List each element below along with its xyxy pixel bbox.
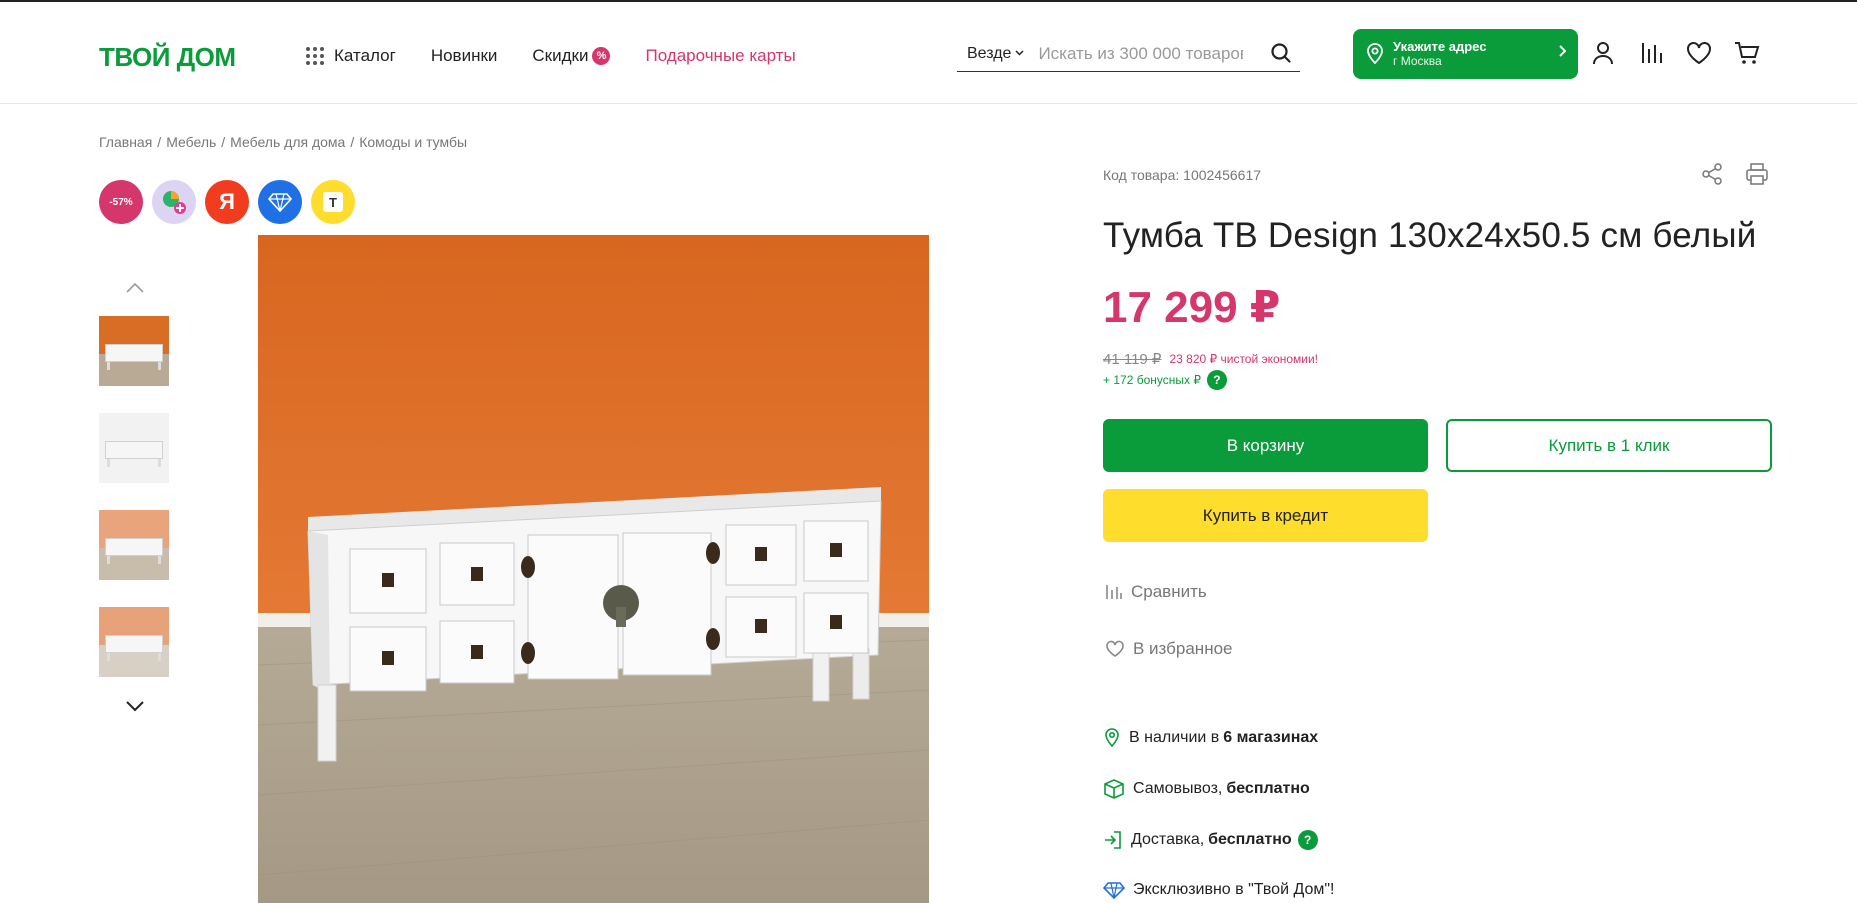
product-main-image[interactable] bbox=[258, 235, 929, 903]
buy-one-click-button[interactable]: Купить в 1 клик bbox=[1446, 419, 1772, 472]
breadcrumb-separator: / bbox=[221, 134, 226, 150]
diamond-icon[interactable] bbox=[258, 180, 302, 224]
site-header: ТВОЙ ДОМ Каталог Новинки Скидки % Подаро… bbox=[0, 2, 1857, 104]
pickup-prefix: Самовывоз, bbox=[1133, 780, 1223, 797]
yandex-pay-badge[interactable]: Я bbox=[205, 180, 249, 224]
main-nav: Каталог Новинки Скидки % Подарочные карт… bbox=[306, 46, 831, 66]
nav-new[interactable]: Новинки bbox=[431, 46, 498, 66]
location-pin-icon bbox=[1105, 728, 1119, 748]
nav-discounts[interactable]: Скидки % bbox=[532, 46, 611, 66]
favorite-button[interactable]: В избранное bbox=[1105, 639, 1233, 659]
compare-icon bbox=[1106, 585, 1122, 599]
logo[interactable]: ТВОЙ ДОМ bbox=[99, 42, 236, 73]
stock-value: 6 магазинах bbox=[1223, 729, 1319, 746]
tinkoff-badge[interactable]: T bbox=[311, 180, 355, 224]
bonus-row: + 172 бонусных ₽ ? bbox=[1103, 370, 1227, 390]
delivery-info: Доставка, бесплатно ? bbox=[1103, 830, 1318, 850]
percent-icon: % bbox=[592, 47, 611, 65]
thumbnail-list bbox=[99, 316, 171, 677]
thumbnail-2[interactable] bbox=[99, 413, 169, 483]
stock-prefix: В наличии в bbox=[1129, 729, 1220, 746]
discount-badge: -57% bbox=[99, 180, 143, 224]
share-icon[interactable] bbox=[1700, 162, 1724, 186]
address-city: г Москва bbox=[1393, 54, 1442, 68]
tinkoff-letter: T bbox=[323, 192, 343, 212]
address-button[interactable]: Укажите адрес г Москва bbox=[1353, 29, 1578, 79]
address-title: Укажите адрес bbox=[1393, 39, 1487, 54]
location-pin-icon bbox=[1367, 43, 1383, 65]
product-title: Тумба TB Design 130х24х50.5 см белый bbox=[1103, 216, 1757, 255]
breadcrumb: Главная / Мебель / Мебель для дома / Ком… bbox=[99, 134, 467, 150]
search-icon[interactable] bbox=[1270, 42, 1292, 64]
exclusive-label: Эксклюзивно в "Твой Дом"! bbox=[1133, 881, 1335, 898]
thumbnail-gallery bbox=[99, 276, 171, 718]
nav-discounts-label: Скидки bbox=[532, 46, 589, 65]
exclusive-info: Эксклюзивно в "Твой Дом"! bbox=[1103, 881, 1334, 899]
buy-on-credit-button[interactable]: Купить в кредит bbox=[1103, 489, 1428, 542]
box-icon bbox=[1104, 779, 1124, 799]
breadcrumb-item[interactable]: Мебель bbox=[166, 134, 216, 150]
add-to-cart-button[interactable]: В корзину bbox=[1103, 419, 1428, 472]
old-price: 41 119 ₽ bbox=[1103, 351, 1162, 368]
favorite-label: В избранное bbox=[1133, 639, 1233, 658]
help-icon[interactable]: ? bbox=[1206, 370, 1227, 390]
header-icons bbox=[1590, 40, 1782, 66]
heart-icon[interactable] bbox=[1686, 40, 1712, 66]
delivery-value: бесплатно bbox=[1208, 831, 1292, 848]
chevron-right-icon bbox=[1558, 44, 1567, 62]
nav-catalog[interactable]: Каталог bbox=[306, 46, 396, 66]
compare-icon[interactable] bbox=[1638, 40, 1664, 66]
nav-new-label: Новинки bbox=[430, 46, 498, 65]
help-icon[interactable]: ? bbox=[1297, 830, 1318, 850]
product-sku: Код товара: 1002456617 bbox=[1103, 167, 1262, 183]
address-text: Укажите адрес г Москва bbox=[1393, 39, 1487, 69]
heart-icon bbox=[1106, 640, 1124, 657]
breadcrumb-separator: / bbox=[350, 134, 355, 150]
split-payment-icon[interactable] bbox=[152, 180, 196, 224]
chevron-up-icon[interactable] bbox=[99, 276, 171, 300]
pickup-value: бесплатно bbox=[1226, 780, 1310, 797]
user-icon[interactable] bbox=[1590, 40, 1616, 66]
product-price: 17 299 ₽ bbox=[1103, 283, 1281, 332]
stock-info[interactable]: В наличии в 6 магазинах bbox=[1103, 728, 1318, 748]
pickup-info: Самовывоз, бесплатно bbox=[1103, 779, 1310, 799]
promo-badges: -57% Я T bbox=[99, 180, 364, 224]
old-price-row: 41 119 ₽ 23 820 ₽ чистой экономии! bbox=[1103, 350, 1318, 368]
delivery-icon bbox=[1105, 831, 1121, 849]
breadcrumb-separator: / bbox=[157, 134, 162, 150]
nav-gift-cards-label: Подарочные карты bbox=[645, 46, 796, 65]
diamond-icon bbox=[1103, 882, 1125, 899]
bonus-text: + 172 бонусных ₽ bbox=[1103, 373, 1201, 387]
thumbnail-1[interactable] bbox=[99, 316, 169, 386]
saving-text: 23 820 ₽ чистой экономии! bbox=[1169, 352, 1318, 366]
delivery-prefix: Доставка, bbox=[1131, 831, 1205, 848]
chevron-down-icon bbox=[1015, 48, 1024, 59]
breadcrumb-item[interactable]: Комоды и тумбы bbox=[359, 134, 467, 150]
breadcrumb-item[interactable]: Главная bbox=[99, 134, 152, 150]
grid-icon bbox=[306, 47, 324, 65]
compare-button[interactable]: Сравнить bbox=[1105, 582, 1207, 602]
nav-gift-cards[interactable]: Подарочные карты bbox=[645, 46, 795, 66]
breadcrumb-item[interactable]: Мебель для дома bbox=[230, 134, 345, 150]
chevron-down-icon[interactable] bbox=[99, 694, 171, 718]
thumbnail-4[interactable] bbox=[99, 607, 169, 677]
print-icon[interactable] bbox=[1745, 162, 1769, 186]
cart-icon[interactable] bbox=[1734, 40, 1760, 66]
nav-catalog-label: Каталог bbox=[334, 46, 396, 65]
search-scope-select[interactable]: Везде bbox=[957, 45, 1024, 63]
compare-label: Сравнить bbox=[1131, 582, 1207, 601]
search-scope-label: Везде bbox=[967, 44, 1012, 62]
thumbnail-3[interactable] bbox=[99, 510, 169, 580]
search-input[interactable] bbox=[1038, 43, 1244, 64]
search-bar: Везде bbox=[957, 36, 1300, 72]
